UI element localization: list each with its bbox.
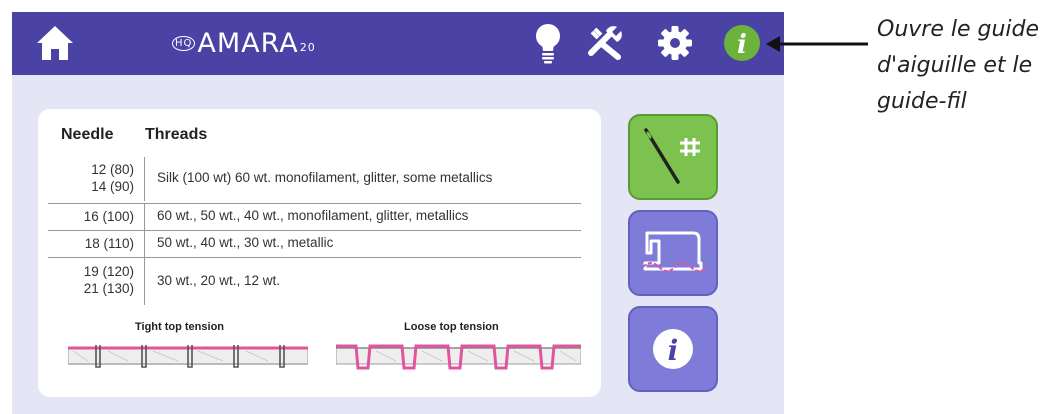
info-side-button[interactable]: i [628, 306, 718, 392]
table-row: 16 (100) 60 wt., 50 wt., 40 wt., monofil… [48, 203, 581, 230]
tight-tension-label: Tight top tension [135, 321, 225, 333]
needle-size: 19 (120) 21 (130) [83, 264, 134, 296]
loose-tension-diagram [336, 344, 581, 370]
gear-icon [658, 26, 692, 60]
annotation-line: d'aiguille et le [877, 53, 1033, 78]
needle-size: 16 (100) [83, 209, 134, 224]
table-row: 12 (80) 14 (90) Silk (100 wt) 60 wt. mon… [48, 157, 581, 201]
brand-prefix: HQ [172, 35, 196, 51]
annotation-line: Ouvre le guide [877, 17, 1040, 42]
svg-text:i: i [668, 334, 679, 367]
brand-name: AMARA [197, 27, 299, 59]
top-bar: HQ AMARA 20 i [12, 12, 784, 75]
table-row: 19 (120) 21 (130) 30 wt., 20 wt., 12 wt. [48, 257, 581, 305]
info-icon: i [724, 25, 760, 61]
lightbulb-icon [536, 24, 560, 64]
needle-column-header: Needle [61, 126, 114, 143]
home-icon [37, 26, 73, 60]
needle-size: 18 (110) [84, 236, 134, 251]
table-row: 18 (110) 50 wt., 40 wt., 30 wt., metalli… [48, 230, 581, 257]
sewing-machine-icon [642, 231, 708, 272]
info-top-button[interactable]: i [719, 20, 765, 66]
settings-button[interactable] [652, 20, 698, 66]
brand-suffix: 20 [299, 41, 316, 54]
thread-types: Silk (100 wt) 60 wt. monofilament, glitt… [157, 170, 493, 185]
tools-button[interactable] [582, 20, 628, 66]
machine-screen: HQ AMARA 20 i Needle Threads 12 (80) 14 … [12, 12, 784, 414]
needle-size: 12 (80) 14 (90) [91, 162, 134, 194]
brand-logo: HQ AMARA 20 [172, 20, 316, 66]
info-icon: i [653, 329, 693, 369]
loose-tension-label: Loose top tension [404, 321, 499, 333]
threads-column-header: Threads [145, 126, 208, 143]
thread-types: 60 wt., 50 wt., 40 wt., monofilament, gl… [157, 208, 469, 223]
needle-thread-guide-card: Needle Threads 12 (80) 14 (90) Silk (100… [38, 109, 601, 397]
home-button[interactable] [32, 20, 78, 66]
annotation-line: guide-fil [877, 89, 967, 114]
tight-tension-diagram [68, 345, 308, 368]
tips-button[interactable] [525, 20, 571, 66]
svg-text:i: i [737, 30, 747, 60]
tools-icon [588, 26, 622, 60]
needle-icon [644, 128, 700, 184]
needle-guide-button[interactable] [628, 114, 718, 200]
thread-guide-button[interactable] [628, 210, 718, 296]
annotation-arrow [766, 36, 868, 52]
thread-types: 50 wt., 40 wt., 30 wt., metallic [157, 235, 334, 250]
annotation-caption: Ouvre le guide d'aiguille et le guide-fi… [877, 12, 1057, 120]
thread-types: 30 wt., 20 wt., 12 wt. [157, 273, 281, 288]
